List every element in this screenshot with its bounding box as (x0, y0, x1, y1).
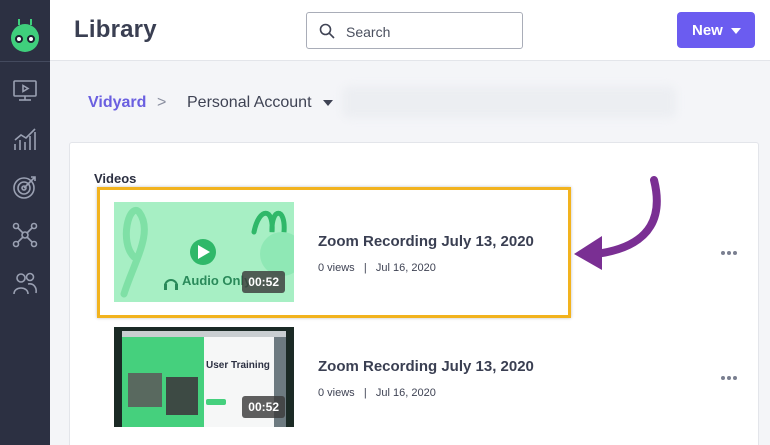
account-dropdown-icon[interactable] (323, 100, 333, 106)
breadcrumb-current-account[interactable]: Personal Account (187, 94, 312, 112)
analytics-icon[interactable] (12, 126, 38, 152)
new-button-label: New (692, 22, 723, 39)
video-meta: 0 views | Jul 16, 2020 (318, 387, 436, 399)
section-title: Videos (94, 171, 137, 186)
sidebar (0, 0, 50, 445)
video-title[interactable]: Zoom Recording July 13, 2020 (318, 358, 534, 375)
vidyard-logo-icon[interactable] (11, 19, 39, 52)
top-bar: Library Search New (50, 0, 770, 61)
new-button[interactable]: New (677, 12, 755, 48)
network-icon[interactable] (12, 222, 38, 248)
breadcrumb-separator: > (157, 94, 167, 111)
thumbnail-label: User Training (206, 360, 270, 371)
videos-icon[interactable] (12, 77, 38, 103)
search-placeholder: Search (346, 24, 391, 40)
sidebar-divider (0, 61, 50, 62)
duration-badge: 00:52 (242, 396, 285, 418)
more-options-icon[interactable] (720, 250, 738, 256)
page-title: Library (74, 16, 157, 43)
search-icon (319, 23, 335, 39)
more-options-icon[interactable] (720, 375, 738, 381)
annotation-arrow-icon (574, 176, 661, 270)
meta-separator: | (357, 387, 373, 399)
video-date: Jul 16, 2020 (375, 387, 436, 399)
search-input[interactable]: Search (306, 12, 523, 49)
redacted-area (342, 86, 676, 118)
users-icon[interactable] (12, 270, 38, 296)
target-icon[interactable] (12, 174, 38, 200)
highlight-box (97, 187, 571, 318)
video-thumbnail[interactable]: User Training 00:52 (114, 327, 294, 427)
chevron-down-icon (731, 28, 741, 34)
breadcrumb-root-link[interactable]: Vidyard (88, 94, 146, 112)
video-views: 0 views (318, 387, 355, 399)
